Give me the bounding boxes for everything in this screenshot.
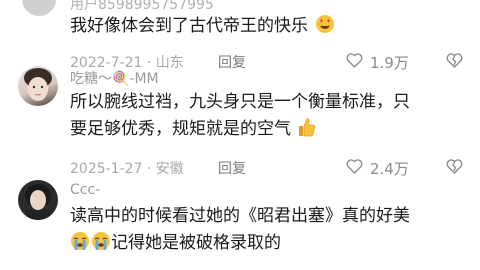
thumbs-up-emoji xyxy=(298,117,316,146)
comment-username[interactable]: 用户8598995757995 xyxy=(70,0,214,14)
heart-icon[interactable] xyxy=(346,53,363,68)
heart-eyes-emoji xyxy=(315,14,335,43)
crying-emoji xyxy=(70,231,90,260)
comment-text: 读高中的时候看过她的《昭君出塞》真的好美 记得她是被破格录取的 xyxy=(70,203,410,260)
broken-heart-icon[interactable] xyxy=(446,159,463,174)
comment-username[interactable]: 吃糖～🍭-MM xyxy=(70,68,159,88)
comment-text-line: 我好像体会到了古代帝王的快乐 xyxy=(70,16,308,36)
comment-text-line: 记得她是被破格录取的 xyxy=(70,230,410,260)
crying-emoji xyxy=(91,231,111,260)
comment-text-line-2: 要足够优秀，规矩就是的空气 xyxy=(70,119,291,139)
reply-button[interactable]: 回复 xyxy=(218,52,246,72)
comment-text: 我好像体会到了古代帝王的快乐 xyxy=(70,13,335,43)
broken-heart-icon[interactable] xyxy=(446,53,463,68)
avatar[interactable] xyxy=(18,66,58,106)
comment-username[interactable]: Ccc- xyxy=(70,182,100,198)
comment-text-line-2: 记得她是被破格录取的 xyxy=(111,233,281,253)
comment-text-line: 要足够优秀，规矩就是的空气 xyxy=(70,116,410,146)
comment-text: 所以腕线过裆，九头身只是一个衡量标准，只 要足够优秀，规矩就是的空气 xyxy=(70,89,410,146)
comment-text-line: 所以腕线过裆，九头身只是一个衡量标准，只 xyxy=(70,92,410,112)
reply-button[interactable]: 回复 xyxy=(218,158,246,178)
avatar[interactable] xyxy=(22,0,56,16)
like-count: 2.4万 xyxy=(370,160,409,178)
heart-icon[interactable] xyxy=(346,159,363,174)
comment-text-line: 读高中的时候看过她的《昭君出塞》真的好美 xyxy=(70,206,410,226)
avatar[interactable] xyxy=(18,180,58,220)
comment-date-location: 2025-1-27 · 安徽 xyxy=(70,161,184,177)
like-count: 1.9万 xyxy=(370,54,409,72)
